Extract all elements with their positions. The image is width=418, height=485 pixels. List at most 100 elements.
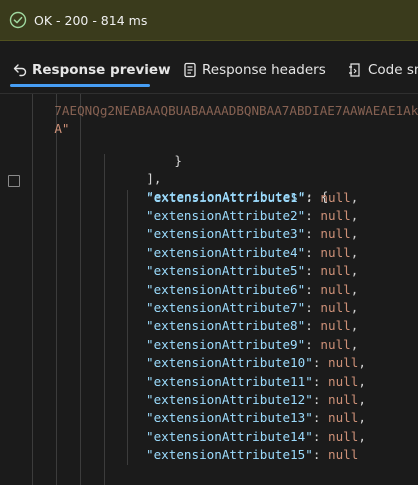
code-line-extension-attribute: "extensionAttribute13": null,	[146, 409, 366, 427]
code-line: ],	[116, 152, 161, 186]
json-null-value: null	[320, 299, 351, 315]
comma: ,	[350, 336, 359, 352]
json-null-value: null	[320, 263, 351, 279]
json-null-value: null	[320, 244, 351, 260]
punctuation: :	[312, 428, 328, 444]
punctuation: :	[312, 447, 328, 463]
code-line-extension-attribute: "extensionAttribute5": null,	[146, 262, 358, 280]
json-null-value: null	[320, 281, 351, 297]
json-null-value: null	[320, 318, 351, 334]
punctuation: :	[312, 410, 328, 426]
code-line-extension-attribute: "extensionAttribute10": null,	[146, 354, 366, 372]
comma: ,	[350, 263, 359, 279]
json-key: "extensionAttribute14"	[146, 428, 313, 444]
code-line-extension-attribute: "extensionAttribute8": null,	[146, 317, 358, 335]
comma: ,	[350, 207, 359, 223]
comma: ,	[350, 226, 359, 242]
json-key: "extensionAttribute9"	[146, 336, 306, 352]
comma: ,	[358, 410, 366, 426]
json-key: "extensionAttribute3"	[146, 226, 306, 242]
json-key: "extensionAttribute15"	[146, 447, 313, 463]
response-preview-code: 7AEQNQg2NEABAAQBUABAAAADBQNBAA7ABDIAE7AA…	[0, 94, 418, 485]
json-null-value: null	[327, 428, 359, 444]
comma: ,	[350, 281, 359, 297]
code-line: }	[116, 464, 154, 485]
code-line: A"	[24, 102, 69, 136]
code-snippet-icon	[346, 61, 364, 79]
response-tabs: Response preview Response headers Code s…	[0, 47, 418, 94]
tab-response-headers[interactable]: Response headers	[170, 47, 326, 93]
check-circle-icon	[8, 10, 28, 30]
comma: ,	[358, 355, 366, 371]
tab-code-snippets[interactable]: Code snippe	[334, 47, 418, 93]
json-null-value: null	[327, 410, 359, 426]
code-line-extension-attribute: "extensionAttribute9": null,	[146, 336, 358, 354]
json-key: "extensionAttribute5"	[146, 263, 306, 279]
comma: ,	[350, 299, 359, 315]
punctuation: :	[312, 391, 328, 407]
indent-guide	[80, 94, 81, 485]
json-null-value: null	[327, 391, 359, 407]
code-line-extension-attribute: "extensionAttribute11": null,	[146, 373, 366, 391]
code-line-extension-attribute: "extensionAttribute1": null,	[146, 189, 358, 207]
code-line-extension-attribute: "extensionAttribute14": null,	[146, 428, 366, 446]
code-line-extension-attribute: "extensionAttribute12": null,	[146, 391, 366, 409]
json-key: "extensionAttribute7"	[146, 299, 306, 315]
json-null-value: null	[327, 355, 359, 371]
punctuation: :	[305, 299, 321, 315]
json-key: "extensionAttribute4"	[146, 244, 306, 260]
json-null-value: null	[327, 447, 359, 463]
string-value: 7AEQNQg2NEABAAQBUABAAAADBQNBAA7ABDIAE7AA…	[54, 103, 418, 119]
punctuation: :	[305, 318, 321, 334]
fold-toggle[interactable]	[8, 175, 20, 187]
code-line-extension-attribute: "extensionAttribute15": null	[146, 446, 358, 464]
punctuation: :	[305, 263, 321, 279]
indent-guide	[127, 190, 128, 465]
brace: }	[174, 153, 182, 169]
code-line: }	[144, 134, 182, 168]
punctuation: :	[305, 281, 321, 297]
code-line-extension-attribute: "extensionAttribute7": null,	[146, 299, 358, 317]
json-key: "extensionAttribute2"	[146, 207, 306, 223]
punctuation: :	[305, 226, 321, 242]
json-null-value: null	[320, 189, 351, 205]
comma: ,	[358, 373, 366, 389]
punctuation: :	[312, 373, 328, 389]
comma: ,	[358, 391, 366, 407]
code-line-extension-attribute: "extensionAttribute4": null,	[146, 244, 358, 262]
string-value: A"	[54, 121, 70, 137]
indent-guide	[104, 154, 105, 485]
json-key: "extensionAttribute11"	[146, 373, 313, 389]
json-key: "extensionAttribute12"	[146, 391, 313, 407]
json-null-value: null	[320, 226, 351, 242]
json-key: "extensionAttribute1"	[146, 189, 306, 205]
tab-label: Response headers	[202, 62, 326, 78]
comma: ,	[350, 189, 359, 205]
status-bar: OK - 200 - 814 ms	[0, 0, 418, 41]
punctuation: :	[305, 244, 321, 260]
status-text: OK - 200 - 814 ms	[34, 12, 148, 28]
code-line-extension-attribute: "extensionAttribute3": null,	[146, 225, 358, 243]
reply-arrow-icon	[12, 61, 28, 79]
document-header-icon	[182, 61, 198, 79]
tab-label: Code snippe	[368, 62, 418, 78]
comma: ,	[358, 428, 366, 444]
punctuation: :	[305, 336, 321, 352]
indent-guide	[56, 94, 57, 485]
json-null-value: null	[320, 207, 351, 223]
tab-response-preview[interactable]: Response preview	[0, 47, 171, 93]
punctuation: :	[305, 189, 321, 205]
code-line: "extensionAttributes": {	[116, 170, 328, 204]
json-null-value: null	[320, 336, 351, 352]
json-null-value: null	[327, 373, 359, 389]
tab-label: Response preview	[32, 62, 171, 78]
json-key: "extensionAttribute8"	[146, 318, 306, 334]
code-line-extension-attribute: "extensionAttribute6": null,	[146, 281, 358, 299]
json-key: "extensionAttribute6"	[146, 281, 306, 297]
punctuation: :	[312, 355, 328, 371]
comma: ,	[350, 244, 359, 260]
comma: ,	[350, 318, 359, 334]
code-line-extension-attribute: "extensionAttribute2": null,	[146, 207, 358, 225]
json-key: "extensionAttribute13"	[146, 410, 313, 426]
code-line-truncated: 7AEQNQg2NEABAAQBUABAAAADBQNBAA7ABDIAE7AA…	[24, 94, 418, 118]
